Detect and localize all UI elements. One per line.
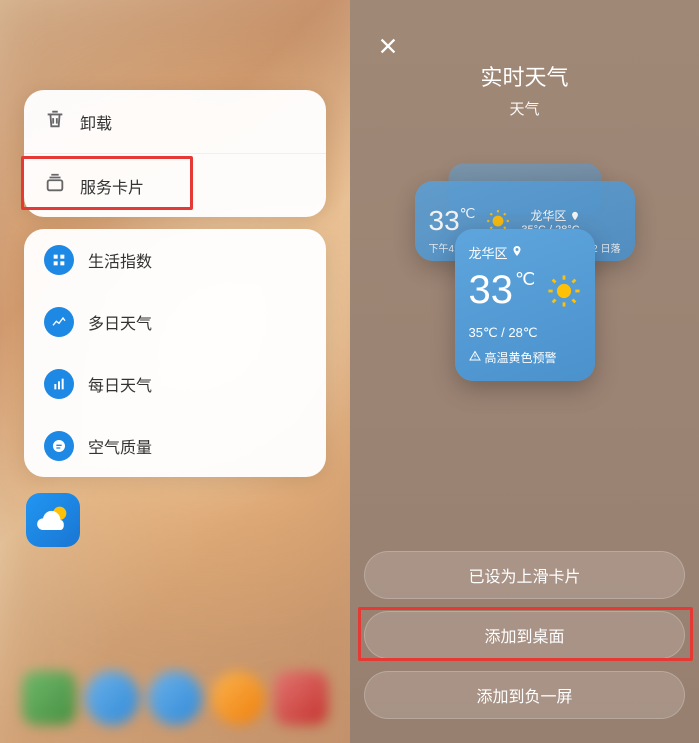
location-pin-icon [511,245,523,260]
warning-text: 高温黄色预警 [485,349,557,366]
leaf-icon [44,431,74,461]
card-stack-icon [44,172,66,199]
option-air-quality[interactable]: 空气质量 [24,415,326,477]
button-group: 已设为上滑卡片 添加到桌面 添加到负一屏 [350,551,699,743]
add-desktop-button[interactable]: 添加到桌面 [364,611,685,659]
add-minus-screen-button[interactable]: 添加到负一屏 [364,671,685,719]
uninstall-item[interactable]: 卸载 [24,90,326,154]
grid-icon [44,245,74,275]
temperature-front: 33℃ [469,270,536,310]
close-button[interactable] [372,32,404,64]
dock-app-5[interactable] [274,671,328,725]
location-mid: 龙华区 [521,207,579,224]
temp-range-front: 35℃ / 28℃ [469,325,581,341]
set-swipe-button[interactable]: 已设为上滑卡片 [364,551,685,599]
option-daily[interactable]: 每日天气 [24,353,326,415]
warning-icon [469,350,481,365]
service-card-label: 服务卡片 [80,174,144,198]
close-icon [377,35,399,62]
dock [0,671,350,725]
option-multi-day[interactable]: 多日天气 [24,291,326,353]
uninstall-label: 卸载 [80,110,112,134]
option-label: 每日天气 [88,372,152,396]
option-life-index[interactable]: 生活指数 [24,229,326,291]
chart-line-icon [44,307,74,337]
trash-icon [44,108,66,135]
right-screen: 实时天气 天气 33℃ 龙华区 35°C / 28°C 下午4:00 晚上7:1… [350,0,699,743]
dock-app-2[interactable] [85,671,139,725]
dock-app-3[interactable] [148,671,202,725]
bar-chart-icon [44,369,74,399]
weather-card-front: 龙华区 33℃ 35℃ / 28℃ 高温黄色预警 [455,229,595,381]
cards-preview[interactable]: 33℃ 龙华区 35°C / 28°C 下午4:00 晚上7:12 日落 龙华区 [350,159,699,551]
page-subtitle: 天气 [350,98,699,119]
option-label: 空气质量 [88,434,152,458]
page-title: 实时天气 [350,60,699,92]
service-card-item[interactable]: 服务卡片 [24,154,326,217]
warning-row: 高温黄色预警 [469,349,581,366]
dock-app-4[interactable] [211,671,265,725]
title-section: 实时天气 天气 [350,60,699,119]
dock-app-1[interactable] [22,671,76,725]
location-row: 龙华区 [469,243,581,262]
sun-icon [547,270,581,313]
context-menu-top: 卸载 服务卡片 [24,90,326,217]
left-screen: 卸载 服务卡片 生活指数 多日天气 每日天气 [0,0,350,743]
option-label: 多日天气 [88,310,152,334]
weather-app-icon[interactable] [26,493,80,547]
options-menu: 生活指数 多日天气 每日天气 空气质量 [24,229,326,477]
location-front: 龙华区 [469,243,508,262]
option-label: 生活指数 [88,248,152,272]
